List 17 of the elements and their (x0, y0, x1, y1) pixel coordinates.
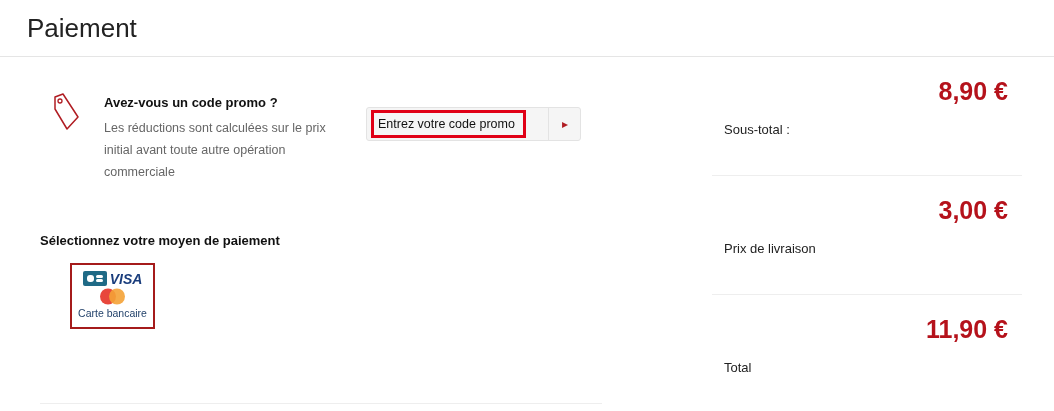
visa-logo: VISA (109, 271, 143, 286)
payment-option[interactable]: VISA Carte bancaire (70, 263, 155, 329)
price-amount: 3,00 € (938, 198, 1008, 223)
promo-description: Les réductions sont calculées sur le prix initial avant toute autre opération commerciale (104, 119, 327, 181)
promo-code-field[interactable]: Entrez votre code promo (371, 110, 526, 138)
mastercard-icon (99, 288, 126, 305)
promo-heading: Avez-vous un code promo ? (104, 94, 279, 112)
page-title: Paiement (27, 15, 137, 41)
payment-heading: Sélectionnez votre moyen de paiement (40, 231, 281, 250)
price-label: Sous-total : (724, 121, 791, 139)
price-label: Prix de livraison (724, 240, 817, 258)
price-amount: 8,90 € (938, 79, 1008, 104)
price-amount: 11,90 € (925, 317, 1008, 342)
price-label: Total (724, 359, 753, 377)
submit-button[interactable]: ▸ (548, 108, 580, 140)
card-logo-icon (82, 271, 107, 286)
tag-icon (53, 93, 80, 131)
